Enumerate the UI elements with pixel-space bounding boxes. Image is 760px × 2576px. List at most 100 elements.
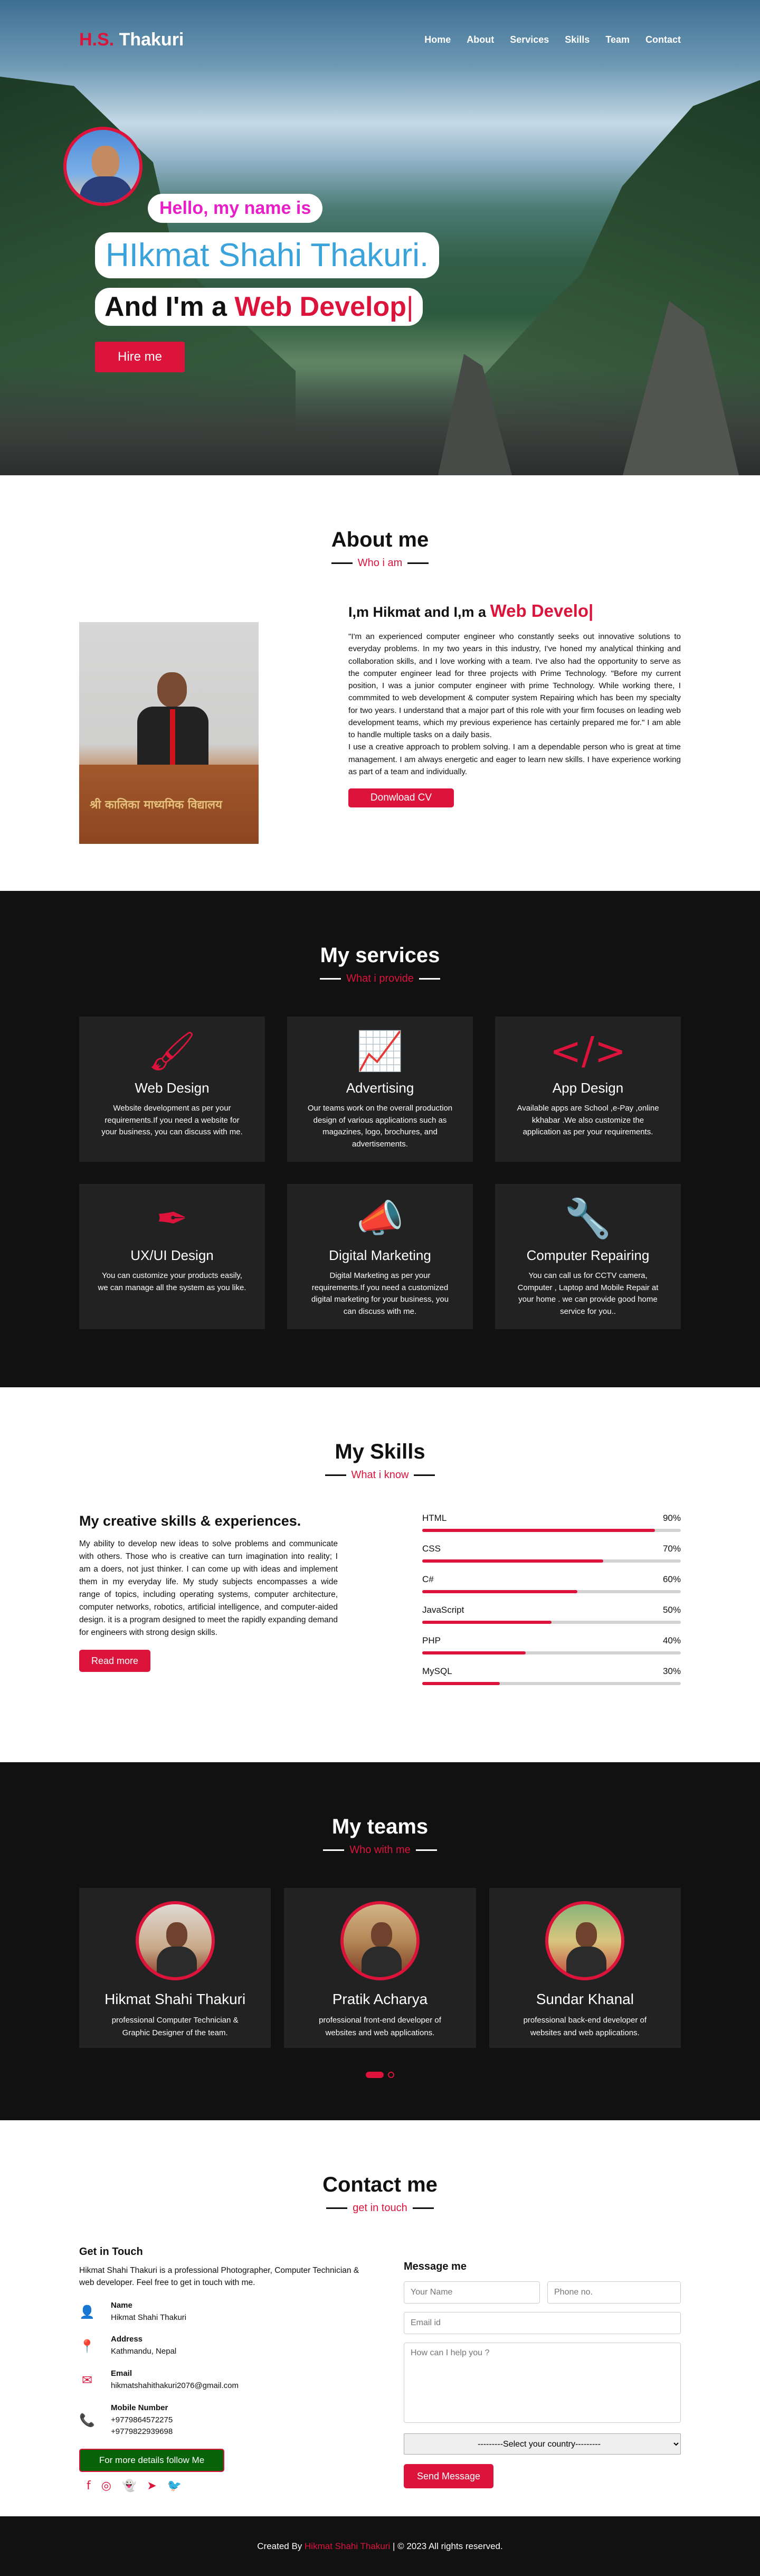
contact-form: Message me ---------Select your country-… bbox=[404, 2246, 681, 2493]
contact-row: Get in Touch Hikmat Shahi Thakuri is a p… bbox=[0, 2246, 760, 2493]
about-row: श्री कालिका माध्यमिक विद्यालय I,m Hikmat… bbox=[0, 601, 760, 844]
team-member-role: professional Computer Technician & Graph… bbox=[111, 2016, 239, 2037]
skill-bar: CSS 70% bbox=[422, 1544, 681, 1563]
skill-bar: C# 60% bbox=[422, 1574, 681, 1593]
instagram-icon[interactable]: ◎ bbox=[101, 2479, 111, 2493]
snapchat-icon[interactable]: 👻 bbox=[122, 2479, 136, 2493]
nav-team[interactable]: Team bbox=[605, 34, 630, 45]
hire-me-button[interactable]: Hire me bbox=[95, 342, 185, 372]
skill-name: CSS bbox=[422, 1544, 441, 1554]
skill-bars: HTML 90% CSS 70% C# 60% JavaScript 50% PHP 40… bbox=[422, 1513, 681, 1697]
skill-name: C# bbox=[422, 1574, 434, 1584]
nav-contact[interactable]: Contact bbox=[645, 34, 681, 45]
divider bbox=[320, 978, 341, 980]
services-subtitle: What i provide bbox=[0, 973, 760, 985]
info-label: Address bbox=[111, 2335, 143, 2344]
form-heading: Message me bbox=[404, 2261, 467, 2272]
team-card: Sundar Khanal professional back-end deve… bbox=[489, 1888, 681, 2048]
skill-bar: JavaScript 50% bbox=[422, 1605, 681, 1624]
teams-subtitle: Who with me bbox=[0, 1844, 760, 1856]
paintbrush-icon: 🖌 bbox=[148, 1029, 196, 1073]
skill-name: PHP bbox=[422, 1635, 441, 1646]
teams-section: My teams Who with me Hikmat Shahi Thakur… bbox=[0, 1762, 760, 2120]
facebook-icon[interactable]: f bbox=[87, 2479, 91, 2493]
contact-subtitle: get in touch bbox=[0, 2202, 760, 2214]
team-member-name: Hikmat Shahi Thakuri bbox=[104, 1991, 246, 2007]
download-cv-button[interactable]: Donwload CV bbox=[348, 788, 454, 807]
team-avatar bbox=[545, 1901, 625, 1980]
contact-title: Contact me bbox=[322, 2173, 438, 2196]
service-title: Computer Repairing bbox=[526, 1247, 650, 1263]
footer: Created By Hikmat Shahi Thakuri | © 2023… bbox=[0, 2516, 760, 2576]
country-select[interactable]: ---------Select your country--------- bbox=[404, 2433, 681, 2455]
contact-info: Get in Touch Hikmat Shahi Thakuri is a p… bbox=[79, 2246, 375, 2493]
follow-me-button[interactable]: For more details follow Me bbox=[79, 2449, 224, 2472]
info-label: Email bbox=[111, 2369, 132, 2378]
nav-about[interactable]: About bbox=[467, 34, 494, 45]
carousel-dot-active[interactable] bbox=[366, 2072, 384, 2078]
code-icon: </> bbox=[549, 1029, 626, 1073]
pen-ruler-icon: ✒ bbox=[156, 1196, 188, 1240]
about-section: About me Who i am श्री कालिका माध्यमिक व… bbox=[0, 475, 760, 891]
team-member-role: professional front-end developer of webs… bbox=[319, 2016, 441, 2037]
carousel-dot[interactable] bbox=[388, 2072, 394, 2078]
skills-heading: My creative skills & experiences. bbox=[79, 1513, 301, 1529]
service-text: Website development as per your requirem… bbox=[101, 1104, 243, 1136]
skills-title: My Skills bbox=[335, 1440, 425, 1463]
service-card[interactable]: </> App Design Available apps are School… bbox=[495, 1017, 681, 1162]
nav-services[interactable]: Services bbox=[510, 34, 549, 45]
wrench-icon: 🔧 bbox=[564, 1196, 612, 1240]
message-textarea[interactable] bbox=[404, 2343, 681, 2423]
map-marker-icon: 📍 bbox=[79, 2338, 95, 2354]
phone-input[interactable] bbox=[547, 2281, 681, 2304]
nav-skills[interactable]: Skills bbox=[565, 34, 590, 45]
team-avatar bbox=[135, 1901, 215, 1980]
service-card[interactable]: 📈 Advertising Our teams work on the over… bbox=[287, 1017, 473, 1162]
skill-percent: 90% bbox=[662, 1513, 681, 1523]
site-logo[interactable]: H.S. Thakuri bbox=[79, 30, 184, 50]
logo-surname: Thakuri bbox=[119, 29, 184, 50]
team-card: Hikmat Shahi Thakuri professional Comput… bbox=[79, 1888, 271, 2048]
about-paragraph-2: I use a creative approach to problem sol… bbox=[348, 742, 681, 776]
hero-role: And I'm a Web Develop| bbox=[95, 288, 423, 326]
team-card: Pratik Acharya professional front-end de… bbox=[284, 1888, 476, 2048]
typing-cursor: | bbox=[406, 292, 414, 322]
twitter-icon[interactable]: 🐦 bbox=[167, 2479, 182, 2493]
service-text: Available apps are School ,e-Pay ,online… bbox=[517, 1104, 659, 1136]
send-message-button[interactable]: Send Message bbox=[404, 2464, 493, 2488]
service-title: Web Design bbox=[135, 1080, 210, 1096]
divider bbox=[419, 978, 440, 980]
info-label: Mobile Number bbox=[111, 2403, 168, 2412]
photo-podium-text: श्री कालिका माध्यमिक विद्यालय bbox=[90, 798, 222, 812]
divider bbox=[331, 562, 353, 564]
about-title: About me bbox=[331, 528, 429, 551]
avatar-body bbox=[80, 176, 132, 203]
read-more-button[interactable]: Read more bbox=[79, 1650, 150, 1672]
avatar-face bbox=[92, 146, 119, 178]
email-input[interactable] bbox=[404, 2312, 681, 2334]
hero-avatar bbox=[63, 127, 142, 206]
name-input[interactable] bbox=[404, 2281, 540, 2304]
service-card[interactable]: 🔧 Computer Repairing You can call us for… bbox=[495, 1184, 681, 1329]
team-carousel[interactable]: Hikmat Shahi Thakuri professional Comput… bbox=[0, 1888, 760, 2048]
skill-percent: 40% bbox=[662, 1635, 681, 1646]
service-text: Digital Marketing as per your requiremen… bbox=[311, 1271, 449, 1316]
info-value: +9779822939698 bbox=[111, 2427, 173, 2436]
service-card[interactable]: 🖌 Web Design Website development as per … bbox=[79, 1017, 265, 1162]
skills-row: My creative skills & experiences. My abi… bbox=[0, 1513, 760, 1697]
info-label: Name bbox=[111, 2300, 132, 2310]
typing-cursor: | bbox=[588, 601, 594, 621]
nav-home[interactable]: Home bbox=[424, 34, 451, 45]
about-subtitle: Who i am bbox=[0, 557, 760, 569]
services-grid: 🖌 Web Design Website development as per … bbox=[0, 1017, 760, 1329]
service-card[interactable]: 📣 Digital Marketing Digital Marketing as… bbox=[287, 1184, 473, 1329]
team-member-name: Sundar Khanal bbox=[536, 1991, 634, 2007]
telegram-icon[interactable]: ➤ bbox=[147, 2479, 156, 2493]
info-row-name: 👤 Name Hikmat Shahi Thakuri bbox=[79, 2301, 375, 2324]
logo-initials: H.S. bbox=[79, 29, 115, 50]
services-subtitle-text: What i provide bbox=[346, 973, 414, 984]
skills-subtitle: What i know bbox=[0, 1469, 760, 1481]
service-title: App Design bbox=[552, 1080, 624, 1096]
footer-author-link[interactable]: Hikmat Shahi Thakuri bbox=[305, 2541, 390, 2552]
service-card[interactable]: ✒ UX/UI Design You can customize your pr… bbox=[79, 1184, 265, 1329]
